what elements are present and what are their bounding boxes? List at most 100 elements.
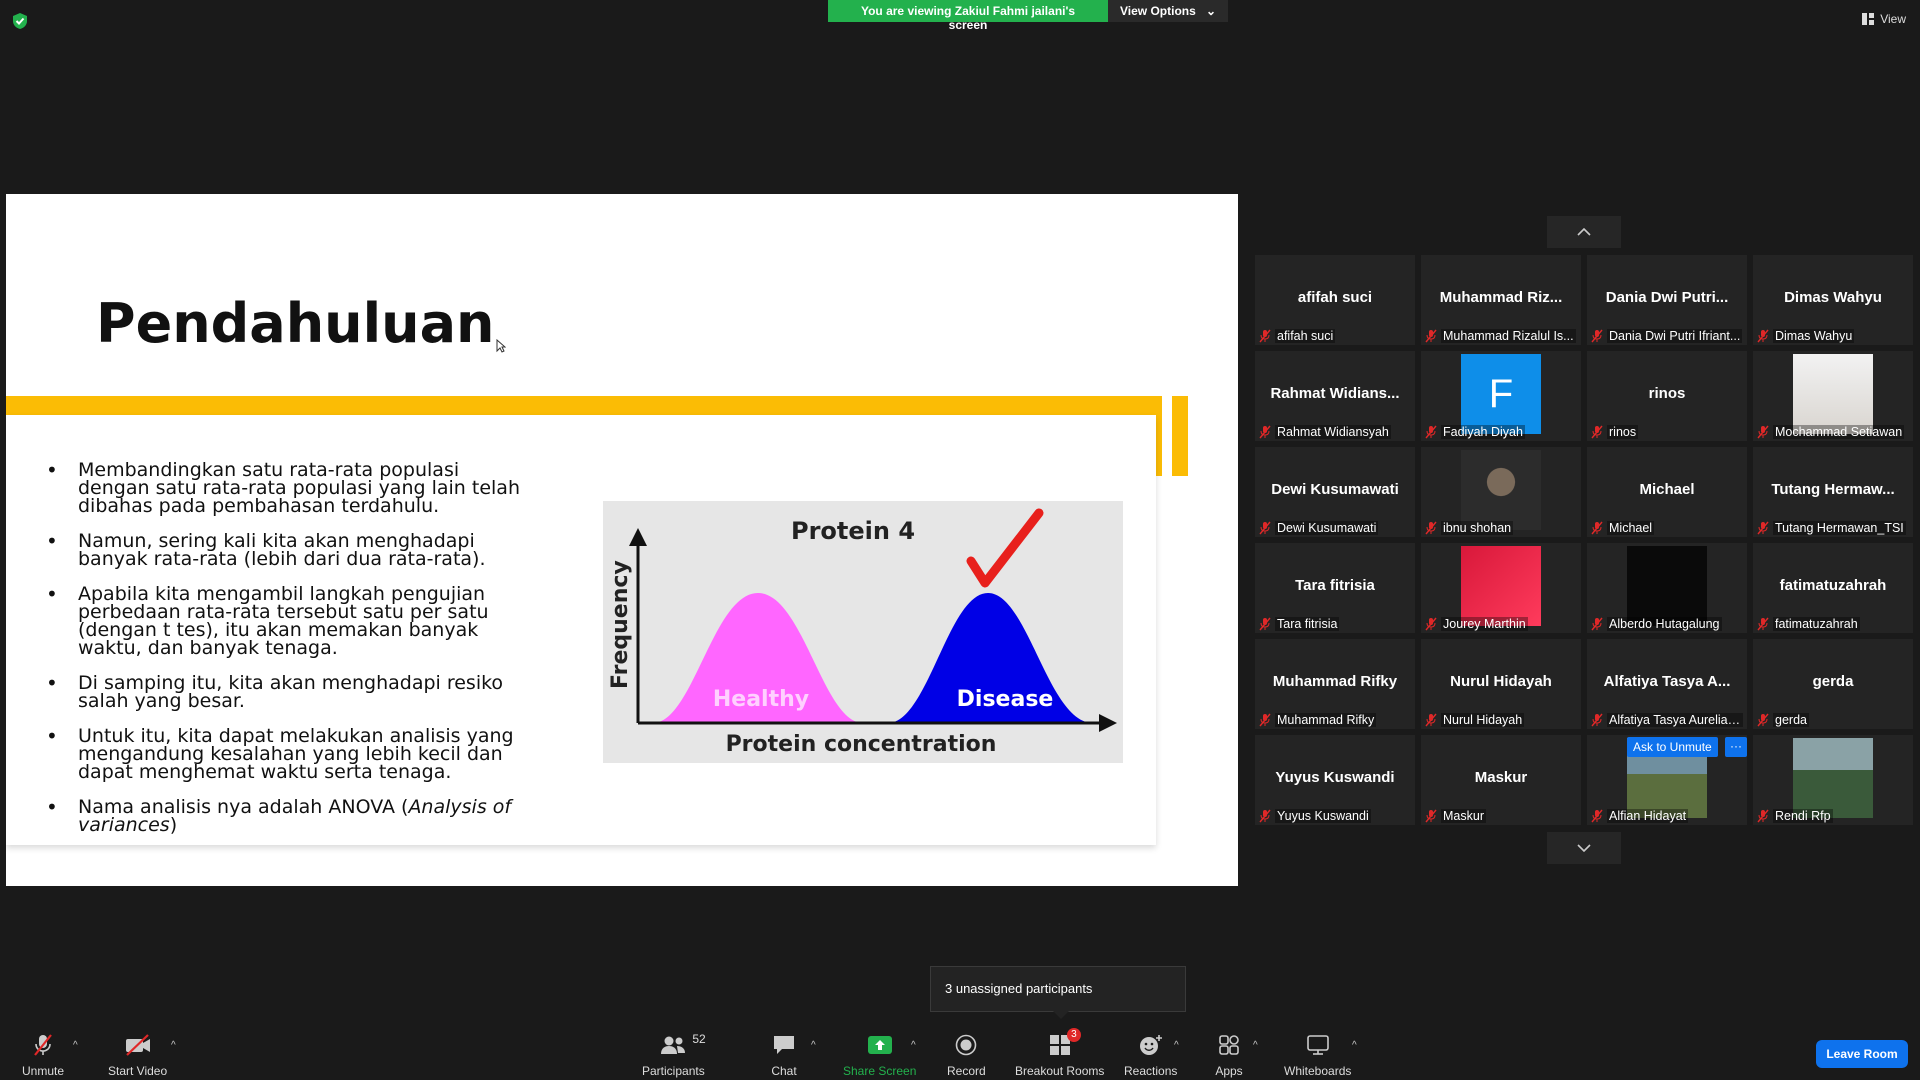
participant-tile[interactable]: Michael Michael xyxy=(1587,447,1747,537)
shield-check-icon[interactable] xyxy=(12,12,28,30)
participant-tile[interactable]: Yuyus Kuswandi Yuyus Kuswandi xyxy=(1255,735,1415,825)
share-screen-label: Share Screen xyxy=(843,1064,917,1078)
reactions-icon xyxy=(1139,1035,1162,1055)
ask-to-unmute-button[interactable]: Ask to Unmute xyxy=(1627,737,1718,757)
breakout-rooms-label: Breakout Rooms xyxy=(1015,1064,1105,1078)
participant-tile[interactable]: Mochammad Setiawan xyxy=(1753,351,1913,441)
participant-name-label: Michael xyxy=(1591,521,1743,535)
participant-name: afifah suci xyxy=(1275,329,1336,343)
start-video-button[interactable]: Start Video xyxy=(108,1032,167,1078)
participant-tile[interactable]: rinos rinos xyxy=(1587,351,1747,441)
start-video-label: Start Video xyxy=(108,1064,168,1078)
participant-tile[interactable]: Alfatiya Tasya A... Alfatiya Tasya Aureli… xyxy=(1587,639,1747,729)
participant-photo xyxy=(1461,450,1541,530)
participant-tile[interactable]: Jourey Marthin xyxy=(1421,543,1581,633)
participant-name-label: fatimatuzahrah xyxy=(1757,617,1909,631)
participant-tile[interactable]: gerda gerda xyxy=(1753,639,1913,729)
participant-tile[interactable]: Muhammad Rifky Muhammad Rifky xyxy=(1255,639,1415,729)
page-up-button[interactable] xyxy=(1547,216,1621,248)
unmute-label: Unmute xyxy=(22,1064,65,1078)
participant-name: Alfatiya Tasya Aurelia ... xyxy=(1607,713,1743,727)
microphone-muted-icon xyxy=(1591,425,1603,439)
unassigned-participants-tooltip: 3 unassigned participants xyxy=(930,966,1186,1019)
participant-name: Alberdo Hutagalung xyxy=(1607,617,1722,631)
participant-tile[interactable]: Tutang Hermaw... Tutang Hermawan_TSI xyxy=(1753,447,1913,537)
meeting-toolbar: Unmute ^ Start Video ^ 52 Participants C… xyxy=(0,1020,1920,1080)
chat-button[interactable]: Chat xyxy=(769,1032,799,1078)
whiteboards-options-caret-icon[interactable]: ^ xyxy=(1352,1040,1357,1051)
participant-name-label: Dimas Wahyu xyxy=(1757,329,1909,343)
participant-name: Fadiyah Diyah xyxy=(1441,425,1525,439)
participant-tile[interactable]: Dania Dwi Putri... Dania Dwi Putri Ifrian… xyxy=(1587,255,1747,345)
apps-options-caret-icon[interactable]: ^ xyxy=(1253,1040,1258,1051)
participant-tile[interactable]: Ask to Unmute ··· Alfian Hidayat xyxy=(1587,735,1747,825)
participant-name-label: Maskur xyxy=(1425,809,1577,823)
reactions-button[interactable]: Reactions xyxy=(1124,1032,1177,1078)
participant-name-label: Dewi Kusumawati xyxy=(1259,521,1411,535)
more-options-button[interactable]: ··· xyxy=(1725,737,1747,757)
slide-accent-bar xyxy=(6,396,1162,415)
participant-tile[interactable]: fatimatuzahrah fatimatuzahrah xyxy=(1753,543,1913,633)
participant-tile[interactable]: Rahmat Widians... Rahmat Widiansyah xyxy=(1255,351,1415,441)
participant-tile[interactable]: Muhammad Riz... Muhammad Rizalul Is... xyxy=(1421,255,1581,345)
participant-tile[interactable]: Tara fitrisia Tara fitrisia xyxy=(1255,543,1415,633)
participant-tile[interactable]: Dimas Wahyu Dimas Wahyu xyxy=(1753,255,1913,345)
bullet-item: Namun, sering kali kita akan menghadapi … xyxy=(40,532,520,569)
participant-tile[interactable]: afifah suci afifah suci xyxy=(1255,255,1415,345)
view-options-button[interactable]: View Options ⌄ xyxy=(1108,0,1228,22)
breakout-rooms-button[interactable]: 3 Breakout Rooms xyxy=(1015,1028,1105,1078)
view-button[interactable]: View xyxy=(1862,12,1906,26)
figure-title: Protein 4 xyxy=(791,517,915,545)
participant-display-name: Yuyus Kuswandi xyxy=(1275,769,1395,786)
participant-name-label: Alberdo Hutagalung xyxy=(1591,617,1743,631)
viewing-status-text: You are viewing Zakiul Fahmi jailani's s… xyxy=(828,0,1108,32)
whiteboard-icon xyxy=(1306,1035,1329,1055)
whiteboards-label: Whiteboards xyxy=(1284,1064,1352,1078)
participant-name-label: Muhammad Rifky xyxy=(1259,713,1411,727)
participant-name-label: ibnu shohan xyxy=(1425,521,1577,535)
reactions-options-caret-icon[interactable]: ^ xyxy=(1174,1040,1179,1051)
participants-button[interactable]: 52 Participants xyxy=(642,1032,706,1078)
participant-name: Tutang Hermawan_TSI xyxy=(1773,521,1906,535)
bullet-item: Membandingkan satu rata-rata populasi de… xyxy=(40,461,520,516)
participant-name-label: Yuyus Kuswandi xyxy=(1259,809,1411,823)
participant-name: Muhammad Rifky xyxy=(1275,713,1377,727)
participant-tile[interactable]: F Fadiyah Diyah xyxy=(1421,351,1581,441)
mouse-cursor-icon xyxy=(496,339,506,353)
share-screen-button[interactable]: Share Screen xyxy=(843,1032,916,1078)
video-options-caret-icon[interactable]: ^ xyxy=(171,1040,176,1051)
chat-options-caret-icon[interactable]: ^ xyxy=(811,1040,816,1051)
record-button[interactable]: Record xyxy=(947,1032,986,1078)
participant-name: Nurul Hidayah xyxy=(1441,713,1525,727)
share-options-caret-icon[interactable]: ^ xyxy=(911,1040,916,1051)
participant-tile[interactable]: Nurul Hidayah Nurul Hidayah xyxy=(1421,639,1581,729)
participant-display-name: gerda xyxy=(1812,673,1854,690)
microphone-muted-icon xyxy=(1757,521,1769,535)
page-down-button[interactable] xyxy=(1547,832,1621,864)
audio-options-caret-icon[interactable]: ^ xyxy=(73,1040,78,1051)
disease-label: Disease xyxy=(957,687,1054,712)
microphone-muted-icon xyxy=(1757,617,1769,631)
participant-name-label: Alfatiya Tasya Aurelia ... xyxy=(1591,713,1743,727)
participant-tile[interactable]: Dewi Kusumawati Dewi Kusumawati xyxy=(1255,447,1415,537)
participant-tile[interactable]: Rendi Rfp xyxy=(1753,735,1913,825)
slide-accent-bar-vertical xyxy=(1156,396,1162,476)
chat-icon xyxy=(774,1036,794,1054)
chevron-down-icon xyxy=(1577,844,1591,852)
participant-display-name: Maskur xyxy=(1474,769,1528,786)
unmute-button[interactable]: Unmute xyxy=(22,1032,64,1078)
apps-button[interactable]: Apps xyxy=(1214,1032,1244,1078)
participant-name-label: rinos xyxy=(1591,425,1743,439)
leave-room-button[interactable]: Leave Room xyxy=(1816,1040,1908,1068)
participant-display-name: Dania Dwi Putri... xyxy=(1605,289,1729,306)
view-options-label: View Options xyxy=(1120,4,1196,18)
participant-tile[interactable]: Maskur Maskur xyxy=(1421,735,1581,825)
participant-tile[interactable]: Alberdo Hutagalung xyxy=(1587,543,1747,633)
microphone-muted-icon xyxy=(1259,617,1271,631)
protein-figure-graphic: Protein 4 Healthy Disease Frequency Prot… xyxy=(608,508,1117,757)
healthy-label: Healthy xyxy=(713,687,809,712)
whiteboards-button[interactable]: Whiteboards xyxy=(1284,1032,1351,1078)
participant-tile[interactable]: ibnu shohan xyxy=(1421,447,1581,537)
microphone-muted-icon xyxy=(1425,329,1437,343)
participant-name: Jourey Marthin xyxy=(1441,617,1528,631)
